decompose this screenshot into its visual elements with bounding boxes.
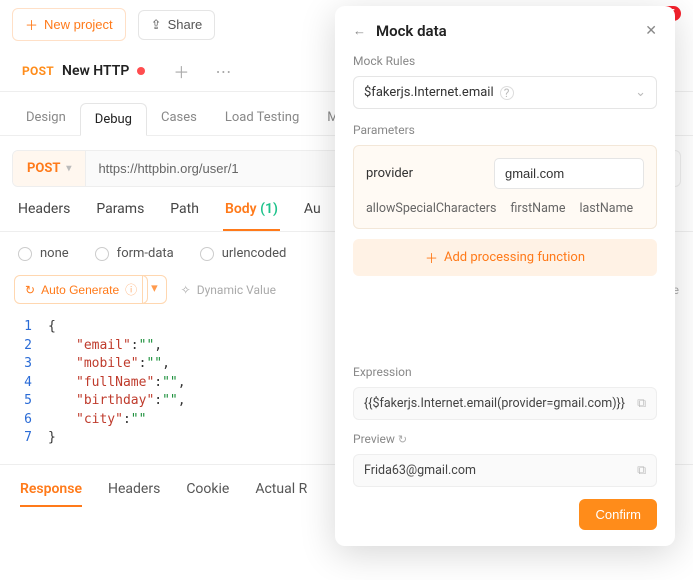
sectab-params[interactable]: Params	[94, 201, 146, 231]
panel-title: Mock data	[376, 22, 447, 40]
body-count: (1)	[260, 201, 278, 217]
auto-generate-button[interactable]: ↻ Auto Generate ⓘ	[14, 275, 148, 304]
dynamic-value-button[interactable]: ✧ Dynamic Value	[181, 283, 276, 297]
add-processing-function-button[interactable]: ＋ Add processing function	[353, 239, 657, 276]
sectab-body-label: Body	[225, 201, 257, 217]
sectab-path[interactable]: Path	[168, 201, 201, 231]
method-selector[interactable]: POST ▾	[13, 151, 86, 186]
expression-label: Expression	[353, 365, 657, 379]
back-icon[interactable]: ←	[353, 23, 366, 39]
radio-icon	[200, 247, 214, 261]
tab-title: New HTTP	[62, 63, 129, 79]
parameters-label: Parameters	[353, 123, 657, 137]
preview-box: Frida63@gmail.com ⧉	[353, 454, 657, 487]
mock-rule-select[interactable]: $fakerjs.Internet.email ? ⌄	[353, 76, 657, 109]
chip-allow-special[interactable]: allowSpecialCharacters	[366, 201, 496, 216]
new-project-button[interactable]: ＋ New project	[12, 8, 126, 41]
mock-data-panel: ← Mock data ✕ Mock Rules $fakerjs.Intern…	[335, 6, 675, 546]
share-label: Share	[168, 17, 203, 32]
unsaved-icon	[137, 67, 145, 75]
refresh-icon[interactable]: ↻	[398, 433, 407, 446]
copy-icon[interactable]: ⧉	[637, 396, 646, 411]
sectab-headers[interactable]: Headers	[16, 201, 72, 231]
subtab-debug[interactable]: Debug	[80, 103, 147, 136]
add-tab-button[interactable]: ＋	[165, 55, 197, 87]
resptab-response[interactable]: Response	[20, 481, 82, 507]
mock-rule-value: $fakerjs.Internet.email	[364, 85, 494, 100]
chevron-down-icon: ▾	[66, 163, 71, 174]
radio-icon	[18, 247, 32, 261]
parameters-box: provider allowSpecialCharacters firstNam…	[353, 145, 657, 229]
subtab-load-testing[interactable]: Load Testing	[211, 102, 313, 135]
magic-icon: ✧	[181, 283, 191, 297]
chip-last-name[interactable]: lastName	[579, 201, 633, 216]
code-line: {	[48, 318, 186, 337]
code-line: "mobile":"",	[48, 355, 186, 374]
param-value-input[interactable]	[494, 158, 644, 189]
close-icon[interactable]: ✕	[645, 23, 657, 39]
code-line: }	[48, 429, 186, 448]
resptab-headers[interactable]: Headers	[108, 481, 160, 507]
bodytype-none[interactable]: none	[18, 246, 69, 261]
resptab-cookie[interactable]: Cookie	[186, 481, 229, 507]
share-icon: ⇪	[151, 17, 162, 33]
help-icon: ⓘ	[125, 281, 137, 298]
param-name: provider	[366, 166, 482, 181]
tab-more-button[interactable]: ⋯	[207, 58, 239, 85]
share-button[interactable]: ⇪ Share	[138, 10, 216, 40]
preview-label: Preview ↻	[353, 432, 657, 446]
tab-method: POST	[22, 64, 54, 78]
subtab-design[interactable]: Design	[12, 102, 80, 135]
preview-value: Frida63@gmail.com	[364, 463, 476, 478]
confirm-button[interactable]: Confirm	[579, 499, 657, 530]
radio-icon	[95, 247, 109, 261]
help-icon: ?	[500, 86, 514, 100]
expression-box: {{$fakerjs.Internet.email(provider=gmail…	[353, 387, 657, 420]
code-line: "fullName":"",	[48, 374, 186, 393]
auto-generate-dropdown[interactable]: ▾	[142, 275, 167, 304]
code-line: "birthday":"",	[48, 392, 186, 411]
sectab-auth[interactable]: Au	[302, 201, 323, 231]
sectab-body[interactable]: Body (1)	[223, 201, 280, 231]
plus-icon: ＋	[25, 15, 38, 34]
resptab-actual[interactable]: Actual R	[255, 481, 307, 507]
refresh-icon: ↻	[25, 283, 35, 297]
code-line: "email":"",	[48, 337, 186, 356]
code-line: "city":""	[48, 411, 186, 430]
bodytype-form-data[interactable]: form-data	[95, 246, 174, 261]
subtab-cases[interactable]: Cases	[147, 102, 211, 135]
mock-rules-label: Mock Rules	[353, 54, 657, 68]
copy-icon[interactable]: ⧉	[637, 463, 646, 478]
request-tab[interactable]: POST New HTTP	[12, 57, 155, 85]
expression-value: {{$fakerjs.Internet.email(provider=gmail…	[364, 396, 625, 411]
plus-icon: ＋	[425, 248, 438, 267]
method-label: POST	[27, 161, 60, 176]
bodytype-urlencoded[interactable]: urlencoded	[200, 246, 287, 261]
chevron-down-icon: ⌄	[635, 85, 646, 100]
chip-first-name[interactable]: firstName	[510, 201, 565, 216]
new-project-label: New project	[44, 17, 113, 32]
